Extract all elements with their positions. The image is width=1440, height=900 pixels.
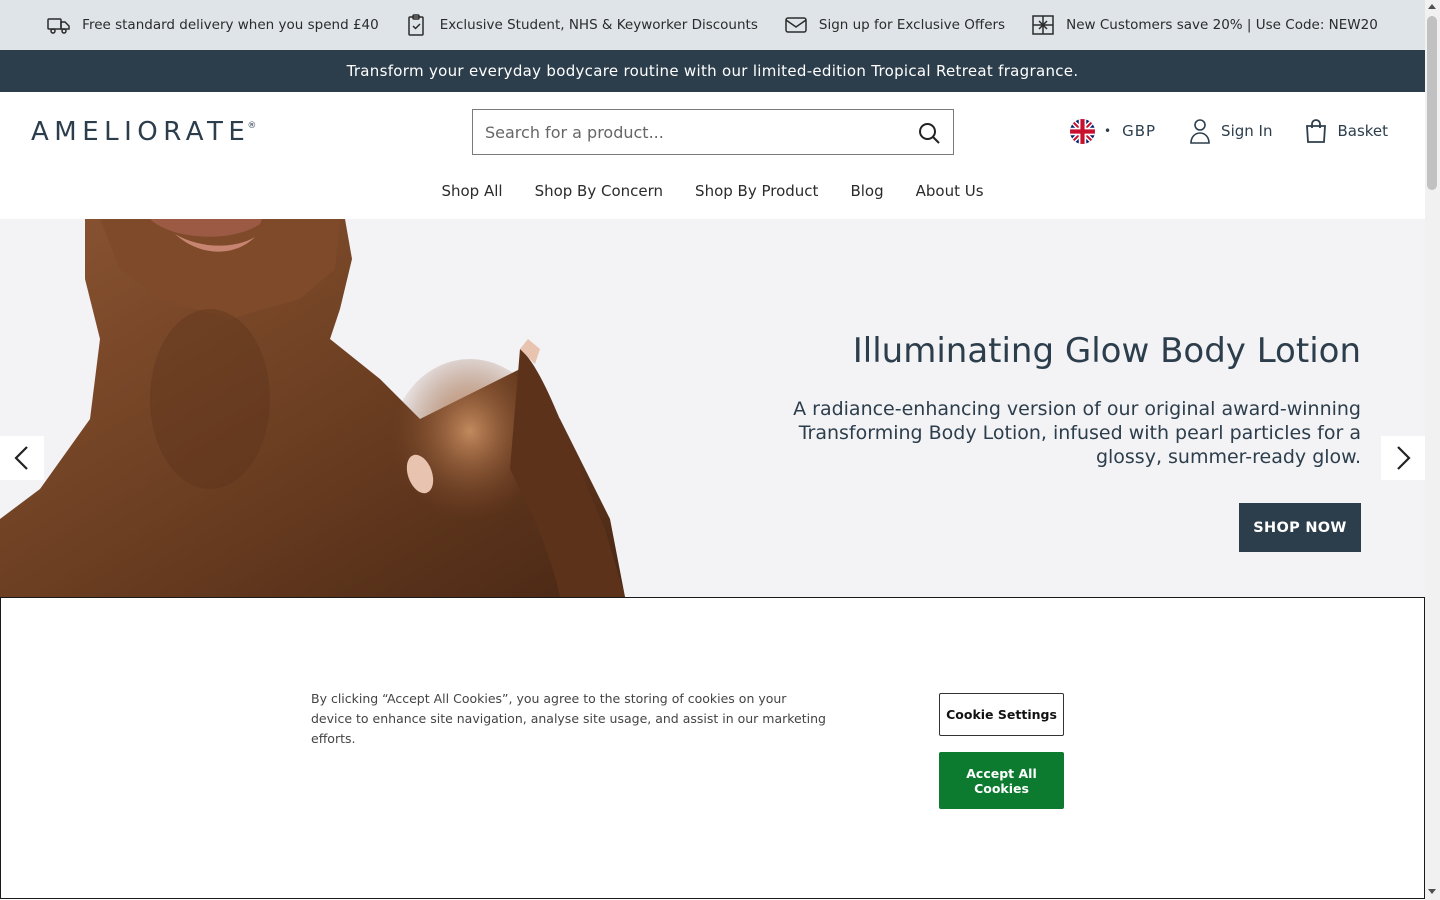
shop-now-button[interactable]: SHOP NOW (1239, 503, 1361, 552)
logo-text: AMELIORATE (31, 117, 251, 147)
usp-item-discounts[interactable]: Exclusive Student, NHS & Keyworker Disco… (405, 13, 758, 37)
promo-text: Transform your everyday bodycare routine… (346, 62, 1079, 80)
site-header: AMELIORATE® • GBP Sign In Basket Shop Al… (0, 92, 1425, 219)
usp-item-delivery[interactable]: Free standard delivery when you spend £4… (47, 13, 379, 37)
nav-shop-by-product[interactable]: Shop By Product (695, 182, 818, 200)
usp-item-new-customers[interactable]: New Customers save 20% | Use Code: NEW20 (1031, 13, 1378, 37)
cookie-settings-button[interactable]: Cookie Settings (939, 693, 1064, 736)
chevron-right-icon (1397, 446, 1411, 470)
envelope-icon (785, 17, 807, 33)
currency-selector[interactable]: • GBP (1070, 118, 1157, 144)
usp-item-signup[interactable]: Sign up for Exclusive Offers (784, 13, 1005, 37)
usp-text: Sign up for Exclusive Offers (818, 17, 1006, 33)
carousel-prev-button[interactable] (0, 436, 44, 480)
header-actions: • GBP Sign In Basket (1070, 118, 1388, 144)
hero-model-image (0, 219, 625, 597)
usp-text: Exclusive Student, NHS & Keyworker Disco… (439, 17, 758, 33)
chevron-left-icon (14, 446, 28, 470)
promo-bar[interactable]: Transform your everyday bodycare routine… (0, 50, 1425, 92)
delivery-truck-icon (47, 18, 70, 34)
search-icon[interactable] (917, 121, 941, 145)
cookie-notice-text: By clicking “Accept All Cookies”, you ag… (311, 691, 826, 746)
usp-text: New Customers save 20% | Use Code: NEW20 (1066, 17, 1378, 33)
accept-all-cookies-button[interactable]: Accept All Cookies (939, 752, 1064, 809)
shopping-bag-icon (1306, 119, 1327, 143)
search-input[interactable] (473, 112, 903, 152)
main-nav: Shop All Shop By Concern Shop By Product… (0, 182, 1425, 200)
scroll-up-arrow-icon[interactable] (1428, 4, 1436, 9)
scroll-thumb[interactable] (1427, 16, 1437, 190)
uk-flag-icon (1070, 118, 1095, 144)
usp-text: Free standard delivery when you spend £4… (82, 17, 379, 33)
basket-label: Basket (1337, 122, 1389, 140)
registered-mark: ® (247, 121, 257, 131)
hero-title: Illuminating Glow Body Lotion (852, 331, 1361, 371)
site-logo[interactable]: AMELIORATE® (31, 117, 256, 147)
scroll-down-arrow-icon[interactable] (1428, 889, 1436, 894)
nav-blog[interactable]: Blog (850, 182, 883, 200)
search-box (472, 109, 954, 155)
hero-description: A radiance-enhancing version of our orig… (793, 398, 1361, 468)
carousel-next-button[interactable] (1381, 436, 1425, 480)
usp-bar: Free standard delivery when you spend £4… (0, 0, 1425, 50)
user-icon (1190, 119, 1210, 144)
page-scrollbar[interactable] (1425, 0, 1440, 900)
nav-shop-by-concern[interactable]: Shop By Concern (535, 182, 663, 200)
gift-icon (1032, 15, 1054, 35)
sign-in-link[interactable]: Sign In (1188, 118, 1272, 144)
separator-dot: • (1104, 124, 1113, 138)
nav-shop-all[interactable]: Shop All (441, 182, 502, 200)
hero-banner: Illuminating Glow Body Lotion A radiance… (0, 219, 1425, 597)
cookie-banner: By clicking “Accept All Cookies”, you ag… (0, 597, 1425, 899)
clipboard-check-icon (407, 14, 424, 36)
currency-label: GBP (1122, 122, 1157, 140)
sign-in-label: Sign In (1221, 122, 1273, 140)
nav-about-us[interactable]: About Us (916, 182, 984, 200)
basket-link[interactable]: Basket (1304, 118, 1388, 144)
